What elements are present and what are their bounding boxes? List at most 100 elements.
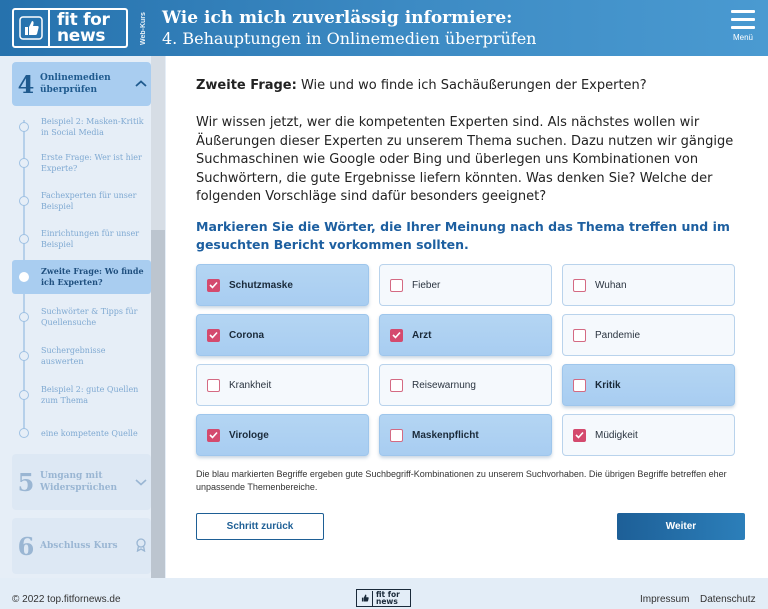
- option-label: Maskenpflicht: [412, 429, 479, 441]
- step-dot: [19, 351, 29, 361]
- app-header: fit for news Web-Kurs Wie ich mich zuver…: [0, 0, 768, 56]
- step-dot: [19, 234, 29, 244]
- question-title: Zweite Frage: Wie und wo finde ich Sachä…: [196, 78, 647, 93]
- chevron-down-icon: [131, 475, 151, 489]
- section-number: 4: [17, 69, 35, 99]
- checkbox-icon[interactable]: [207, 428, 220, 442]
- task-instruction: Markieren Sie die Wörter, die Ihrer Mein…: [196, 219, 730, 252]
- menu-label: Menü: [732, 33, 753, 42]
- menu-button[interactable]: Menü: [730, 10, 756, 50]
- option-label: Corona: [229, 329, 264, 341]
- sidebar-step[interactable]: Fachexperten für unser Beispiel: [12, 184, 151, 218]
- step-label: Beispiel 2: gute Quellen zum Thema: [41, 385, 139, 405]
- hamburger-icon: [731, 10, 755, 13]
- checkbox-icon[interactable]: [390, 278, 403, 292]
- step-dot: [19, 312, 29, 322]
- checkbox-icon[interactable]: [207, 278, 220, 292]
- course-title: Wie ich mich zuverlässig informiere:: [162, 8, 513, 28]
- option-label: Virologe: [229, 429, 269, 441]
- thumbs-up-icon: [357, 590, 373, 606]
- option-8[interactable]: Kritik: [562, 364, 735, 406]
- section-number: 6: [17, 531, 35, 561]
- option-9[interactable]: Virologe: [196, 414, 369, 456]
- step-label: Erste Frage: Wer ist hier Experte?: [41, 153, 142, 173]
- option-4[interactable]: Arzt: [379, 314, 552, 356]
- step-label: Suchwörter & Tipps für Quellensuche: [41, 307, 138, 327]
- next-button[interactable]: Weiter: [617, 513, 745, 540]
- thumbs-up-icon: [14, 10, 50, 46]
- sidebar-step[interactable]: Einrichtungen für unser Beispiel: [12, 222, 151, 256]
- option-0[interactable]: Schutzmaske: [196, 264, 369, 306]
- option-5[interactable]: Pandemie: [562, 314, 735, 356]
- sidebar-step[interactable]: Suchwörter & Tipps für Quellensuche: [12, 300, 151, 334]
- option-label: Fieber: [412, 279, 441, 291]
- option-label: Schutzmaske: [229, 279, 293, 291]
- footer-logo[interactable]: fit for news: [356, 589, 411, 607]
- option-2[interactable]: Wuhan: [562, 264, 735, 306]
- option-label: Kritik: [595, 379, 621, 391]
- webkurs-label: Web-Kurs: [140, 12, 147, 46]
- copyright: © 2022 top.fitfornews.de: [12, 594, 121, 605]
- sidebar-step[interactable]: eine kompetente Quelle: [12, 416, 151, 450]
- checkbox-icon[interactable]: [573, 328, 586, 342]
- sidebar-step[interactable]: Beispiel 2: gute Quellen zum Thema: [12, 378, 151, 412]
- fitfornews-logo[interactable]: fit for news: [12, 8, 128, 48]
- step-label: Zweite Frage: Wo finde ich Experten?: [41, 266, 144, 287]
- option-3[interactable]: Corona: [196, 314, 369, 356]
- section-5-header[interactable]: 5 Umgang mit Widersprüchen: [12, 454, 151, 510]
- option-7[interactable]: Reisewarnung: [379, 364, 552, 406]
- option-label: Arzt: [412, 329, 432, 341]
- option-11[interactable]: Müdigkeit: [562, 414, 735, 456]
- footer-logo-text: fit for news: [376, 590, 400, 606]
- step-label: Fachexperten für unser Beispiel: [41, 191, 137, 211]
- sidebar-step-active[interactable]: Zweite Frage: Wo finde ich Experten?: [12, 260, 151, 294]
- section-title: Onlinemedien überprüfen: [40, 73, 111, 95]
- sidebar-scrollbar[interactable]: [151, 56, 165, 578]
- module-title: 4. Behauptungen in Onlinemedien überprüf…: [162, 29, 537, 48]
- logo-text: fit for news: [57, 10, 110, 46]
- page-footer: © 2022 top.fitfornews.de fit for news Im…: [0, 578, 768, 609]
- option-10[interactable]: Maskenpflicht: [379, 414, 552, 456]
- checkbox-icon[interactable]: [207, 328, 220, 342]
- checkbox-icon[interactable]: [573, 428, 586, 442]
- question-label: Zweite Frage:: [196, 78, 297, 93]
- scrollbar-thumb[interactable]: [151, 230, 165, 578]
- option-label: Reisewarnung: [412, 379, 476, 391]
- step-label: Beispiel 2: Masken-Kritik in Social Medi…: [41, 117, 144, 137]
- back-button[interactable]: Schritt zurück: [196, 513, 324, 540]
- section-title: Abschluss Kurs: [40, 541, 118, 551]
- main-content: Zweite Frage: Wie und wo finde ich Sachä…: [166, 56, 768, 578]
- step-dot: [19, 390, 29, 400]
- option-1[interactable]: Fieber: [379, 264, 552, 306]
- step-dot: [19, 196, 29, 206]
- option-label: Krankheit: [229, 379, 272, 391]
- option-label: Wuhan: [595, 279, 627, 291]
- chevron-up-icon: [131, 77, 151, 91]
- checkbox-icon[interactable]: [207, 378, 220, 392]
- option-6[interactable]: Krankheit: [196, 364, 369, 406]
- checkbox-icon[interactable]: [573, 378, 586, 392]
- checkbox-icon[interactable]: [390, 428, 403, 442]
- section-6-header[interactable]: 6 Abschluss Kurs: [12, 518, 151, 574]
- datenschutz-link[interactable]: Datenschutz: [700, 594, 756, 605]
- step-label: Einrichtungen für unser Beispiel: [41, 229, 140, 249]
- hamburger-icon-bar: [731, 18, 755, 21]
- award-icon: [131, 537, 151, 555]
- sidebar-step[interactable]: Beispiel 2: Masken-Kritik in Social Medi…: [12, 110, 151, 144]
- sidebar-step[interactable]: Suchergebnisse auswerten: [12, 339, 151, 373]
- checkbox-icon[interactable]: [390, 328, 403, 342]
- question-body: Wir wissen jetzt, wer die kompetenten Ex…: [196, 115, 734, 204]
- hamburger-icon-bar: [731, 26, 755, 29]
- step-dot: [19, 272, 29, 282]
- feedback-hint: Die blau markierten Begriffe ergeben gut…: [196, 469, 727, 492]
- checkbox-icon[interactable]: [390, 378, 403, 392]
- course-sidebar: 4 Onlinemedien überprüfen Beispiel 2: Ma…: [0, 56, 166, 578]
- section-title: Umgang mit Widersprüchen: [40, 471, 118, 493]
- sidebar-step[interactable]: Erste Frage: Wer ist hier Experte?: [12, 146, 151, 180]
- step-label: eine kompetente Quelle: [41, 428, 138, 438]
- section-4-header[interactable]: 4 Onlinemedien überprüfen: [12, 62, 151, 106]
- checkbox-icon[interactable]: [573, 278, 586, 292]
- step-dot: [19, 122, 29, 132]
- step-label: Suchergebnisse auswerten: [41, 346, 106, 366]
- impressum-link[interactable]: Impressum: [640, 594, 689, 605]
